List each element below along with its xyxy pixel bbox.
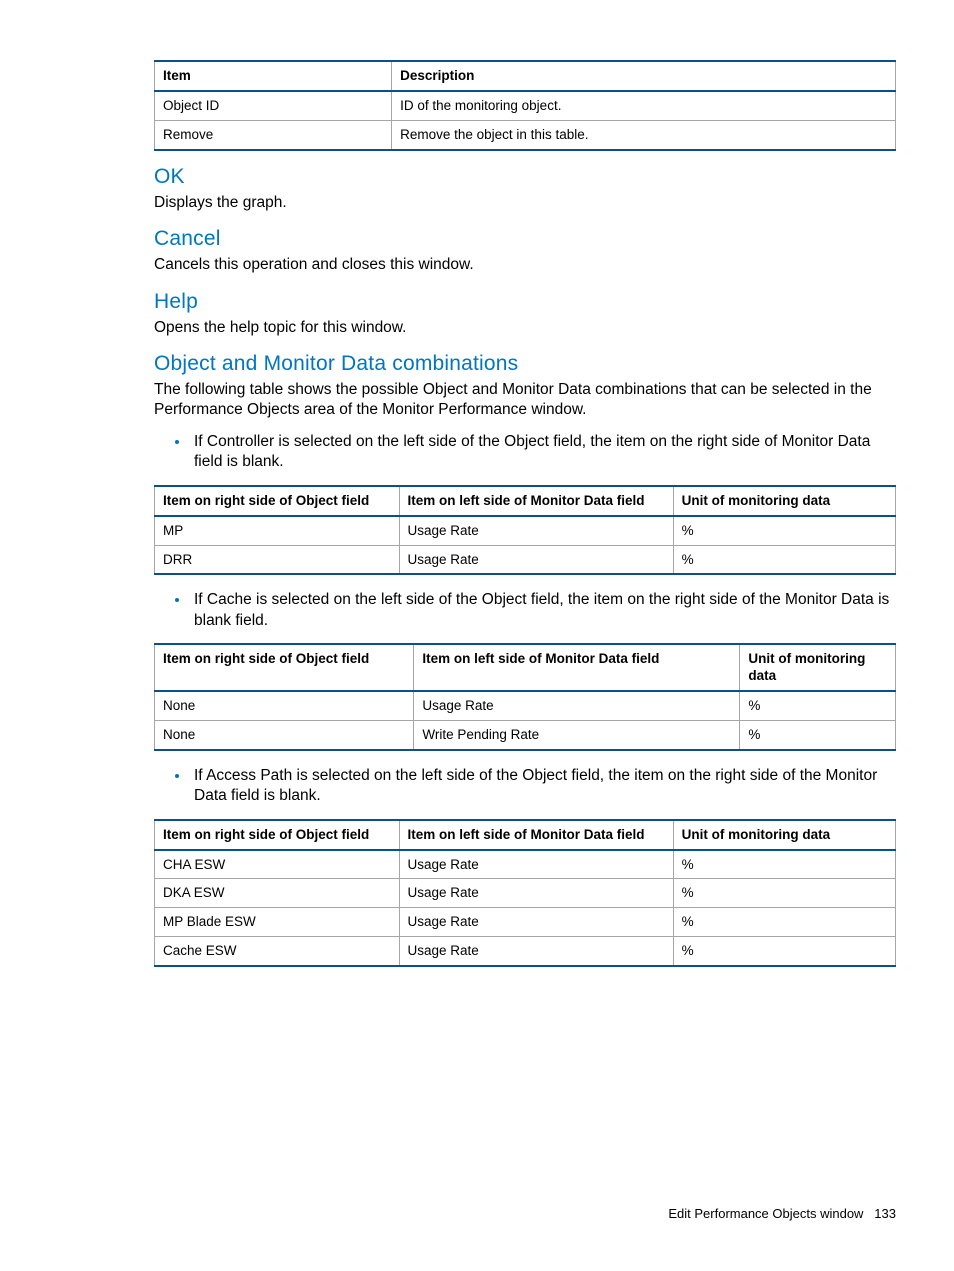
- table-row: DRR Usage Rate %: [155, 545, 896, 574]
- table-cell: Usage Rate: [399, 545, 673, 574]
- table-cell: Usage Rate: [399, 850, 673, 879]
- table-row: CHA ESW Usage Rate %: [155, 850, 896, 879]
- table-cell: %: [740, 691, 896, 720]
- table-cell: ID of the monitoring object.: [392, 91, 896, 120]
- ok-body: Displays the graph.: [154, 193, 896, 213]
- list-item: If Access Path is selected on the left s…: [190, 765, 896, 807]
- bullet-list: If Cache is selected on the left side of…: [154, 589, 896, 631]
- table-cell: DRR: [155, 545, 400, 574]
- table-cell: Object ID: [155, 91, 392, 120]
- table-cell: Cache ESW: [155, 937, 400, 966]
- table-row: MP Usage Rate %: [155, 516, 896, 545]
- list-item: If Controller is selected on the left si…: [190, 431, 896, 473]
- bullet-list: If Access Path is selected on the left s…: [154, 765, 896, 807]
- table-cell: %: [673, 937, 895, 966]
- table-header: Unit of monitoring data: [673, 486, 895, 516]
- table-cell: MP: [155, 516, 400, 545]
- table-cell: Usage Rate: [399, 516, 673, 545]
- footer-text: Edit Performance Objects window: [668, 1206, 863, 1221]
- table-cell: Write Pending Rate: [414, 720, 740, 749]
- item-description-table: Item Description Object ID ID of the mon…: [154, 60, 896, 151]
- cache-table: Item on right side of Object field Item …: [154, 643, 896, 751]
- table-header: Item on right side of Object field: [155, 644, 414, 691]
- table-row: Object ID ID of the monitoring object.: [155, 91, 896, 120]
- table-cell: CHA ESW: [155, 850, 400, 879]
- table-cell: MP Blade ESW: [155, 908, 400, 937]
- controller-table: Item on right side of Object field Item …: [154, 485, 896, 576]
- cancel-heading: Cancel: [154, 227, 896, 251]
- access-path-table: Item on right side of Object field Item …: [154, 819, 896, 967]
- table-row: MP Blade ESW Usage Rate %: [155, 908, 896, 937]
- table-cell: Usage Rate: [399, 879, 673, 908]
- table-row: Cache ESW Usage Rate %: [155, 937, 896, 966]
- table-row: None Usage Rate %: [155, 691, 896, 720]
- table-row: DKA ESW Usage Rate %: [155, 879, 896, 908]
- table-header: Item on right side of Object field: [155, 820, 400, 850]
- table-header: Unit of monitoring data: [673, 820, 895, 850]
- table-header: Description: [392, 61, 896, 91]
- bullet-list: If Controller is selected on the left si…: [154, 431, 896, 473]
- table-cell: None: [155, 691, 414, 720]
- list-item: If Cache is selected on the left side of…: [190, 589, 896, 631]
- table-row: Remove Remove the object in this table.: [155, 120, 896, 149]
- table-cell: None: [155, 720, 414, 749]
- table-header: Item on left side of Monitor Data field: [414, 644, 740, 691]
- table-cell: Remove: [155, 120, 392, 149]
- table-cell: Usage Rate: [414, 691, 740, 720]
- table-cell: %: [740, 720, 896, 749]
- table-cell: Usage Rate: [399, 937, 673, 966]
- help-heading: Help: [154, 290, 896, 314]
- table-cell: Usage Rate: [399, 908, 673, 937]
- table-header: Item on right side of Object field: [155, 486, 400, 516]
- table-header: Item on left side of Monitor Data field: [399, 486, 673, 516]
- ok-heading: OK: [154, 165, 896, 189]
- page-footer: Edit Performance Objects window 133: [668, 1206, 896, 1221]
- table-cell: DKA ESW: [155, 879, 400, 908]
- table-cell: %: [673, 879, 895, 908]
- table-cell: Remove the object in this table.: [392, 120, 896, 149]
- table-row: None Write Pending Rate %: [155, 720, 896, 749]
- page-number: 133: [874, 1206, 896, 1221]
- table-header: Item: [155, 61, 392, 91]
- table-header: Item on left side of Monitor Data field: [399, 820, 673, 850]
- help-body: Opens the help topic for this window.: [154, 318, 896, 338]
- table-header: Unit of monitoring data: [740, 644, 896, 691]
- cancel-body: Cancels this operation and closes this w…: [154, 255, 896, 275]
- table-cell: %: [673, 545, 895, 574]
- document-page: Item Description Object ID ID of the mon…: [0, 0, 954, 1271]
- table-cell: %: [673, 850, 895, 879]
- combos-body: The following table shows the possible O…: [154, 380, 896, 421]
- table-cell: %: [673, 516, 895, 545]
- table-cell: %: [673, 908, 895, 937]
- combos-heading: Object and Monitor Data combinations: [154, 352, 896, 376]
